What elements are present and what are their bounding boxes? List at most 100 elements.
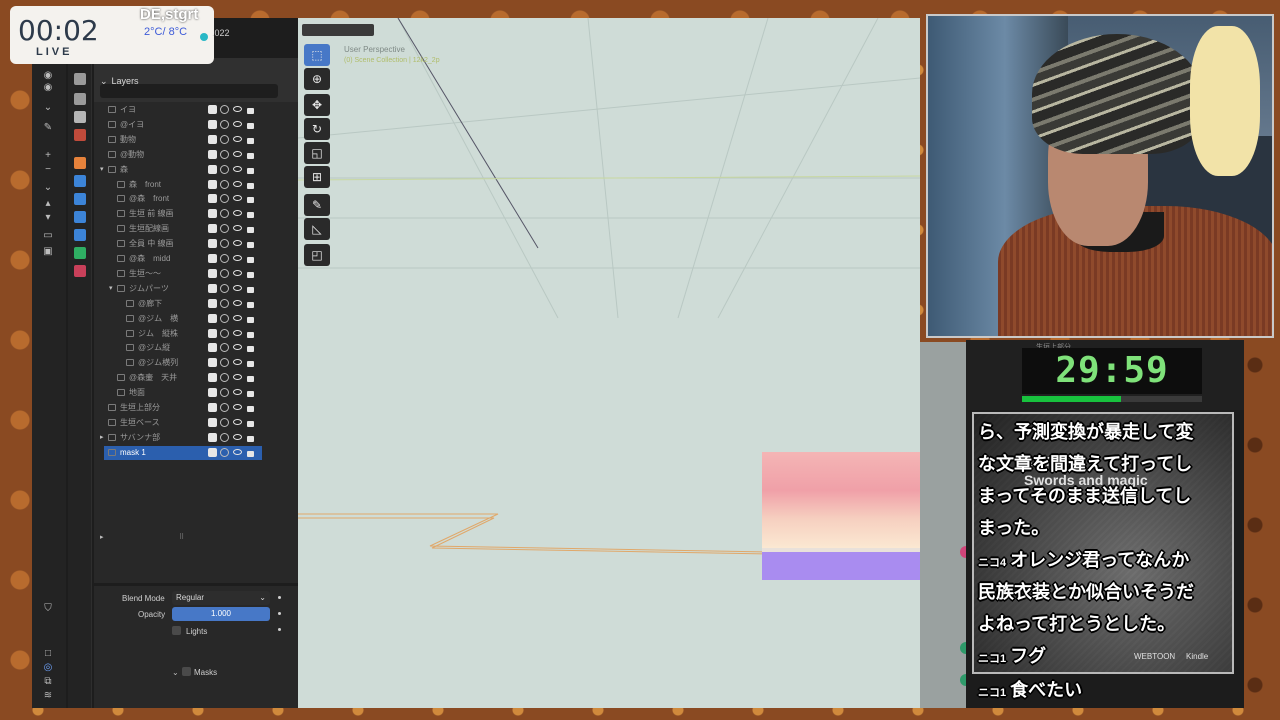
- layer-row[interactable]: @森 midd: [104, 252, 262, 266]
- lock-icon[interactable]: [247, 242, 254, 249]
- mask-toggle-icon[interactable]: [208, 209, 217, 219]
- lock-icon[interactable]: [247, 227, 254, 234]
- lock-icon[interactable]: ▣: [40, 246, 56, 258]
- lock-icon[interactable]: [247, 182, 254, 189]
- lock-icon[interactable]: [247, 122, 254, 129]
- visibility-eye-icon[interactable]: [233, 210, 242, 217]
- layer-row[interactable]: 生垣ベース: [104, 416, 262, 430]
- layer-row[interactable]: @森壷 天井: [104, 371, 262, 385]
- transform-tool-icon[interactable]: ⊞: [304, 166, 330, 188]
- visibility-eye-icon[interactable]: [233, 165, 242, 172]
- chevron-down-icon[interactable]: ▾: [109, 282, 113, 296]
- visibility-eye-icon[interactable]: [233, 404, 242, 410]
- visibility-eye-icon[interactable]: [233, 135, 242, 142]
- tool-icon[interactable]: ≋: [40, 690, 56, 702]
- lock-icon[interactable]: [247, 420, 254, 427]
- visibility-eye-icon[interactable]: [233, 389, 242, 396]
- layer-row[interactable]: 地面: [104, 386, 262, 400]
- tool-tab-icon[interactable]: [74, 73, 86, 85]
- visibility-eye-icon[interactable]: [233, 240, 242, 247]
- mask-toggle-icon[interactable]: [208, 119, 217, 129]
- mask-toggle-icon[interactable]: [208, 254, 217, 263]
- lock-icon[interactable]: [247, 137, 254, 144]
- lock-icon[interactable]: [247, 108, 254, 114]
- lock-icon[interactable]: [247, 197, 254, 204]
- visibility-eye-icon[interactable]: [233, 106, 242, 112]
- filter-icon[interactable]: ⛉: [40, 603, 56, 615]
- scene-tab-icon[interactable]: [74, 129, 86, 141]
- visibility-eye-icon[interactable]: [233, 284, 242, 291]
- layer-row[interactable]: ▾ 森: [100, 163, 262, 177]
- lock-icon[interactable]: [247, 286, 254, 293]
- annotate-tool-icon[interactable]: ✎: [304, 194, 330, 216]
- resize-handle[interactable]: ⠿: [179, 533, 184, 541]
- link-icon[interactable]: [220, 105, 229, 114]
- link-icon[interactable]: [220, 313, 229, 323]
- mask-toggle-icon[interactable]: [208, 313, 217, 323]
- link-icon[interactable]: [220, 358, 229, 368]
- mask-toggle-icon[interactable]: [208, 432, 217, 442]
- keyframe-dot-icon[interactable]: [278, 596, 281, 599]
- lock-icon[interactable]: [247, 212, 254, 219]
- visibility-eye-icon[interactable]: [233, 359, 242, 366]
- 3d-viewport[interactable]: User Perspective (0) Scene Collection | …: [298, 18, 920, 708]
- layer-row[interactable]: @ジム横列: [104, 356, 262, 370]
- layer-icon[interactable]: ▭: [40, 230, 56, 242]
- link-icon[interactable]: [220, 179, 229, 189]
- link-icon[interactable]: [220, 268, 229, 278]
- eye-icon[interactable]: ◉: [40, 70, 56, 82]
- layer-row[interactable]: @動物: [104, 148, 262, 162]
- visibility-eye-icon[interactable]: [233, 225, 242, 232]
- lock-icon[interactable]: [247, 331, 254, 338]
- layer-row[interactable]: ▾ ジムパーツ: [104, 282, 262, 296]
- render-tab-icon[interactable]: [74, 93, 86, 105]
- link-icon[interactable]: [220, 373, 229, 383]
- mask-toggle-icon[interactable]: [208, 358, 217, 368]
- mask-toggle-icon[interactable]: [208, 105, 217, 114]
- particles-tab-icon[interactable]: [74, 193, 86, 205]
- layer-row[interactable]: 全員 中 線画: [104, 237, 262, 251]
- link-icon[interactable]: [220, 403, 229, 412]
- mask-toggle-icon[interactable]: [208, 403, 217, 412]
- link-icon[interactable]: [220, 388, 229, 398]
- layer-row[interactable]: ジム 縦株: [104, 327, 262, 341]
- chevron-down-icon[interactable]: ⌄: [100, 76, 108, 86]
- link-icon[interactable]: [220, 417, 229, 427]
- chevron-down-icon[interactable]: ⌄: [40, 182, 56, 194]
- tool-icon[interactable]: ⧉: [40, 676, 56, 688]
- modifier-tab-icon[interactable]: [74, 175, 86, 187]
- lock-icon[interactable]: [247, 376, 254, 383]
- layer-row[interactable]: mask 1: [104, 445, 262, 460]
- layer-row[interactable]: @ジム縦: [104, 341, 262, 355]
- add-icon[interactable]: +: [40, 150, 56, 162]
- layer-row[interactable]: 生垣上部分: [104, 401, 262, 415]
- layer-row[interactable]: 生垣配線画: [104, 222, 262, 236]
- physics-tab-icon[interactable]: [74, 211, 86, 223]
- link-icon[interactable]: [220, 254, 229, 263]
- link-icon[interactable]: [220, 432, 229, 442]
- mask-toggle-icon[interactable]: [208, 134, 217, 144]
- visibility-eye-icon[interactable]: [233, 329, 242, 336]
- visibility-eye-icon[interactable]: [233, 299, 242, 306]
- output-tab-icon[interactable]: [74, 111, 86, 123]
- keyframe-dot-icon[interactable]: [278, 628, 281, 631]
- mask-toggle-icon[interactable]: [208, 328, 217, 338]
- move-up-icon[interactable]: ▴: [40, 198, 56, 210]
- chevron-right-icon[interactable]: ▸: [100, 431, 104, 445]
- mask-toggle-icon[interactable]: [208, 388, 217, 398]
- lock-icon[interactable]: [247, 346, 254, 353]
- move-tool-icon[interactable]: ✥: [304, 94, 330, 116]
- artwork-plane[interactable]: [762, 452, 920, 582]
- mask-toggle-icon[interactable]: [208, 268, 217, 278]
- chevron-down-icon[interactable]: ▾: [100, 163, 104, 177]
- layer-row[interactable]: 森 front: [104, 178, 262, 192]
- visibility-eye-icon[interactable]: [233, 448, 242, 455]
- mask-toggle-icon[interactable]: [208, 283, 217, 293]
- link-icon[interactable]: [220, 149, 229, 159]
- link-icon[interactable]: [220, 134, 229, 144]
- link-icon[interactable]: [220, 164, 229, 174]
- expand-icon[interactable]: ▸: [100, 533, 104, 541]
- add-cube-tool-icon[interactable]: ◰: [304, 244, 330, 266]
- mask-toggle-icon[interactable]: [208, 373, 217, 383]
- link-icon[interactable]: [220, 209, 229, 219]
